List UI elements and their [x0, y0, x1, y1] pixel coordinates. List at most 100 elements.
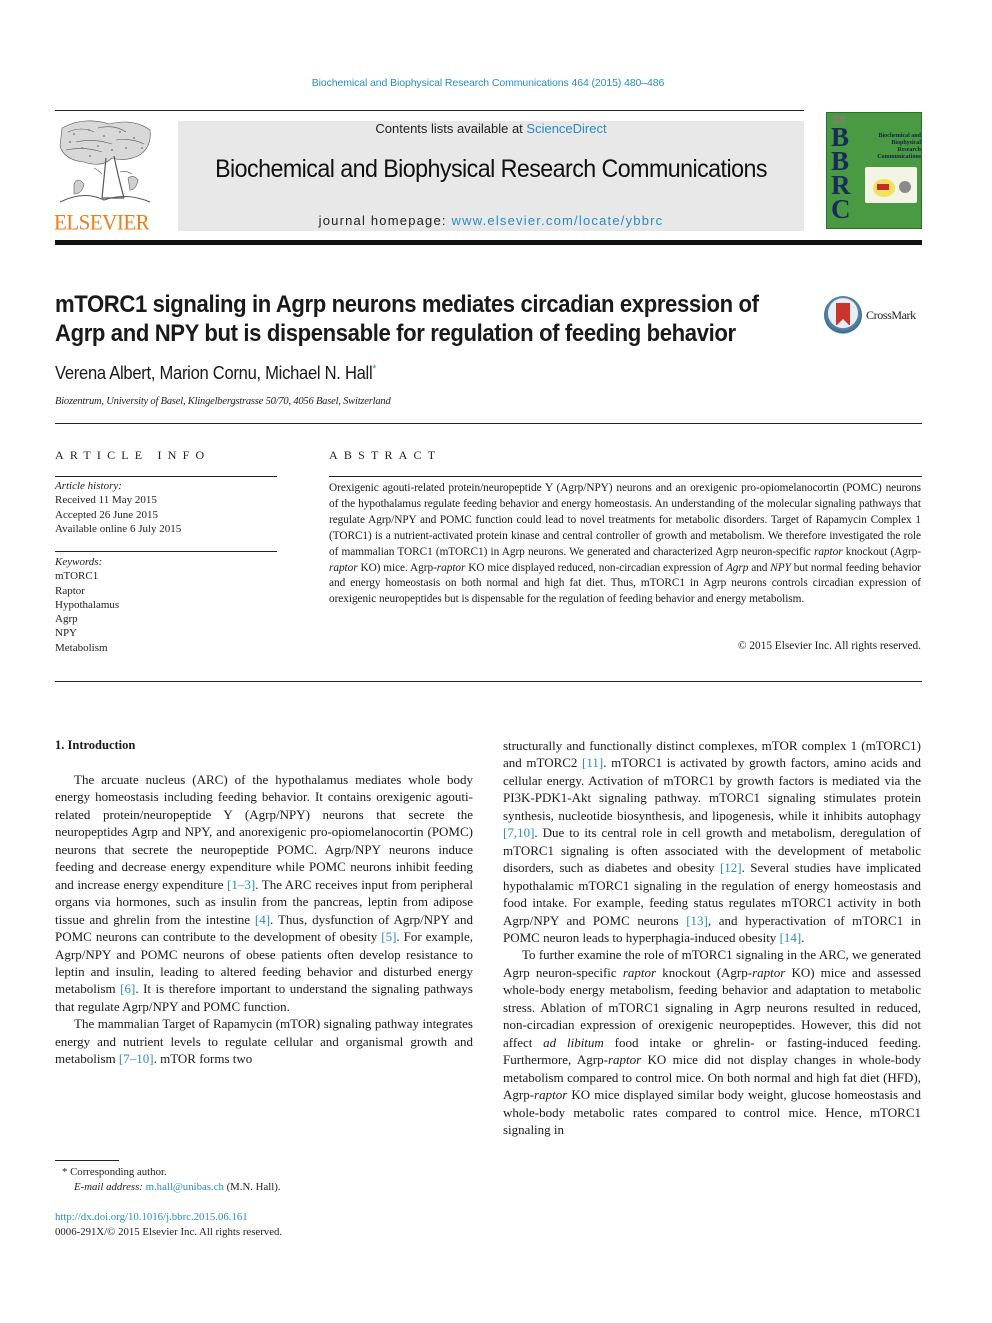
cover-title-line: Biochemical and — [878, 133, 921, 139]
citation-link[interactable]: [7,10] — [503, 825, 534, 840]
citation-link[interactable]: [1–3] — [227, 877, 255, 892]
doi-link[interactable]: http://dx.doi.org/10.1016/j.bbrc.2015.06… — [55, 1211, 248, 1223]
cover-title-line: Research — [897, 147, 921, 153]
corresponding-author-mark[interactable]: * — [372, 363, 376, 375]
citation-link[interactable]: [13] — [686, 913, 708, 928]
journal-homepage-line: journal homepage: www.elsevier.com/locat… — [178, 213, 804, 228]
article-title: mTORC1 signaling in Agrp neurons mediate… — [55, 290, 759, 348]
title-block-divider — [55, 423, 922, 424]
body-paragraph: To further examine the role of mTORC1 si… — [503, 946, 921, 1138]
text-run: . — [801, 929, 805, 945]
italic-term: Agrp — [725, 561, 749, 574]
keyword: Hypothalamus — [55, 598, 120, 611]
journal-citation[interactable]: Biochemical and Biophysical Research Com… — [0, 77, 976, 89]
masthead-thick-divider — [55, 240, 922, 245]
text-run: KO mice displayed reduced, non-circadian… — [465, 561, 726, 574]
cover-letter: C — [831, 194, 851, 224]
elsevier-wordmark: ELSEVIER — [54, 209, 150, 235]
italic-term: raptor — [813, 545, 843, 558]
keyword: mTORC1 — [55, 570, 99, 583]
italic-term: raptor — [436, 561, 466, 574]
citation-link[interactable]: [5] — [381, 929, 396, 944]
author-names: Verena Albert, Marion Cornu, Michael N. … — [55, 363, 373, 383]
keyword: NPY — [55, 627, 78, 640]
cover-title-line: Communications — [877, 154, 921, 160]
cover-bbrc-letters: B B R C — [831, 124, 851, 224]
cover-figure-nucleus — [899, 181, 911, 193]
italic-term: ad libitum — [543, 1034, 604, 1050]
text-run: and — [748, 561, 771, 574]
crossmark-label: CrossMark — [866, 308, 916, 322]
keywords-label: Keywords: — [55, 556, 103, 568]
doi-line: http://dx.doi.org/10.1016/j.bbrc.2015.06… — [55, 1210, 248, 1226]
italic-term: raptor — [607, 1052, 642, 1068]
email-label: E-mail address: — [74, 1181, 143, 1193]
author-list: Verena Albert, Marion Cornu, Michael N. … — [55, 363, 376, 384]
keywords-divider — [55, 551, 277, 552]
text-run: knockout (Agrp- — [656, 964, 753, 980]
journal-homepage-link[interactable]: www.elsevier.com/locate/ybbrc — [452, 213, 664, 228]
body-column-left: The arcuate nucleus (ARC) of the hypotha… — [55, 771, 473, 1068]
author-affiliation: Biozentrum, University of Basel, Klingel… — [55, 396, 391, 407]
keywords-list: Keywords: mTORC1 Raptor Hypothalamus Agr… — [55, 555, 119, 655]
abstract-end-divider — [55, 681, 922, 682]
abstract-heading: ABSTRACT — [329, 448, 442, 462]
keyword: Metabolism — [55, 641, 108, 654]
citation-link[interactable]: [12] — [720, 860, 742, 875]
article-title-line: mTORC1 signaling in Agrp neurons mediate… — [55, 291, 759, 318]
italic-term: raptor — [534, 1087, 568, 1103]
crossmark-icon — [824, 296, 862, 334]
citation-link[interactable]: [14] — [780, 930, 802, 945]
cover-figure-image — [865, 167, 917, 203]
keyword: Agrp — [55, 613, 78, 626]
body-column-right: structurally and functionally distinct c… — [503, 737, 921, 1138]
italic-term: raptor — [752, 964, 786, 980]
history-online: Available online 6 July 2015 — [55, 522, 182, 535]
cover-title-line: Biophysical — [891, 140, 921, 146]
abstract-divider — [329, 476, 922, 477]
article-history: Article history: Received 11 May 2015 Ac… — [55, 479, 181, 536]
journal-masthead: Contents lists available at ScienceDirec… — [178, 121, 804, 231]
text-run: KO) mice. Agrp- — [357, 561, 437, 574]
citation-link[interactable]: [6] — [120, 981, 135, 996]
cover-title: Biochemical and Biophysical Research Com… — [869, 133, 921, 161]
article-title-line: Agrp and NPY but is dispensable for regu… — [55, 320, 736, 347]
text-run: The arcuate nucleus (ARC) of the hypotha… — [55, 772, 473, 892]
history-accepted: Accepted 26 June 2015 — [55, 508, 158, 521]
email-link[interactable]: m.hall@unibas.ch — [146, 1181, 224, 1193]
body-paragraph: structurally and functionally distinct c… — [503, 737, 921, 946]
issn-copyright: 0006-291X/© 2015 Elsevier Inc. All right… — [55, 1226, 283, 1238]
article-history-label: Article history: — [55, 480, 122, 492]
crossmark-bookmark-notch — [836, 319, 850, 326]
email-suffix: (M.N. Hall). — [223, 1181, 281, 1193]
text-run: knockout (Agrp- — [842, 545, 921, 558]
email-footnote: E-mail address: m.hall@unibas.ch (M.N. H… — [74, 1180, 281, 1196]
article-info-heading: ARTICLE INFO — [55, 448, 211, 462]
citation-link[interactable]: [11] — [582, 755, 603, 770]
body-paragraph: The mammalian Target of Rapamycin (mTOR)… — [55, 1015, 473, 1067]
journal-cover-thumbnail[interactable]: B B R C Biochemical and Biophysical Rese… — [826, 112, 922, 229]
header-divider — [55, 110, 804, 111]
contents-available-line: Contents lists available at ScienceDirec… — [178, 121, 804, 136]
italic-term: raptor — [329, 561, 358, 574]
abstract-text: Orexigenic agouti-related protein/neurop… — [329, 481, 921, 608]
article-info-divider — [55, 476, 277, 477]
footnote-mark: * — [62, 1166, 68, 1178]
footnote-divider — [55, 1160, 119, 1161]
history-received: Received 11 May 2015 — [55, 494, 157, 507]
sciencedirect-link[interactable]: ScienceDirect — [526, 121, 606, 136]
cover-figure-mark — [877, 184, 889, 190]
italic-term: raptor — [622, 964, 657, 980]
section-heading-introduction: 1. Introduction — [55, 738, 136, 752]
corresponding-author-text: Corresponding author. — [70, 1166, 167, 1178]
text-run: The mammalian Target of Rapamycin (mTOR)… — [55, 1016, 473, 1067]
body-paragraph: The arcuate nucleus (ARC) of the hypotha… — [55, 771, 473, 1015]
citation-link[interactable]: [4] — [255, 912, 270, 927]
journal-title: Biochemical and Biophysical Research Com… — [215, 155, 767, 183]
keyword: Raptor — [55, 584, 85, 597]
homepage-prefix: journal homepage: — [318, 213, 452, 228]
citation-link[interactable]: [7–10] — [119, 1051, 154, 1066]
contents-prefix: Contents lists available at — [375, 121, 527, 136]
crossmark-button[interactable]: CrossMark — [824, 296, 924, 336]
corresponding-author-footnote: * Corresponding author. — [62, 1165, 167, 1181]
